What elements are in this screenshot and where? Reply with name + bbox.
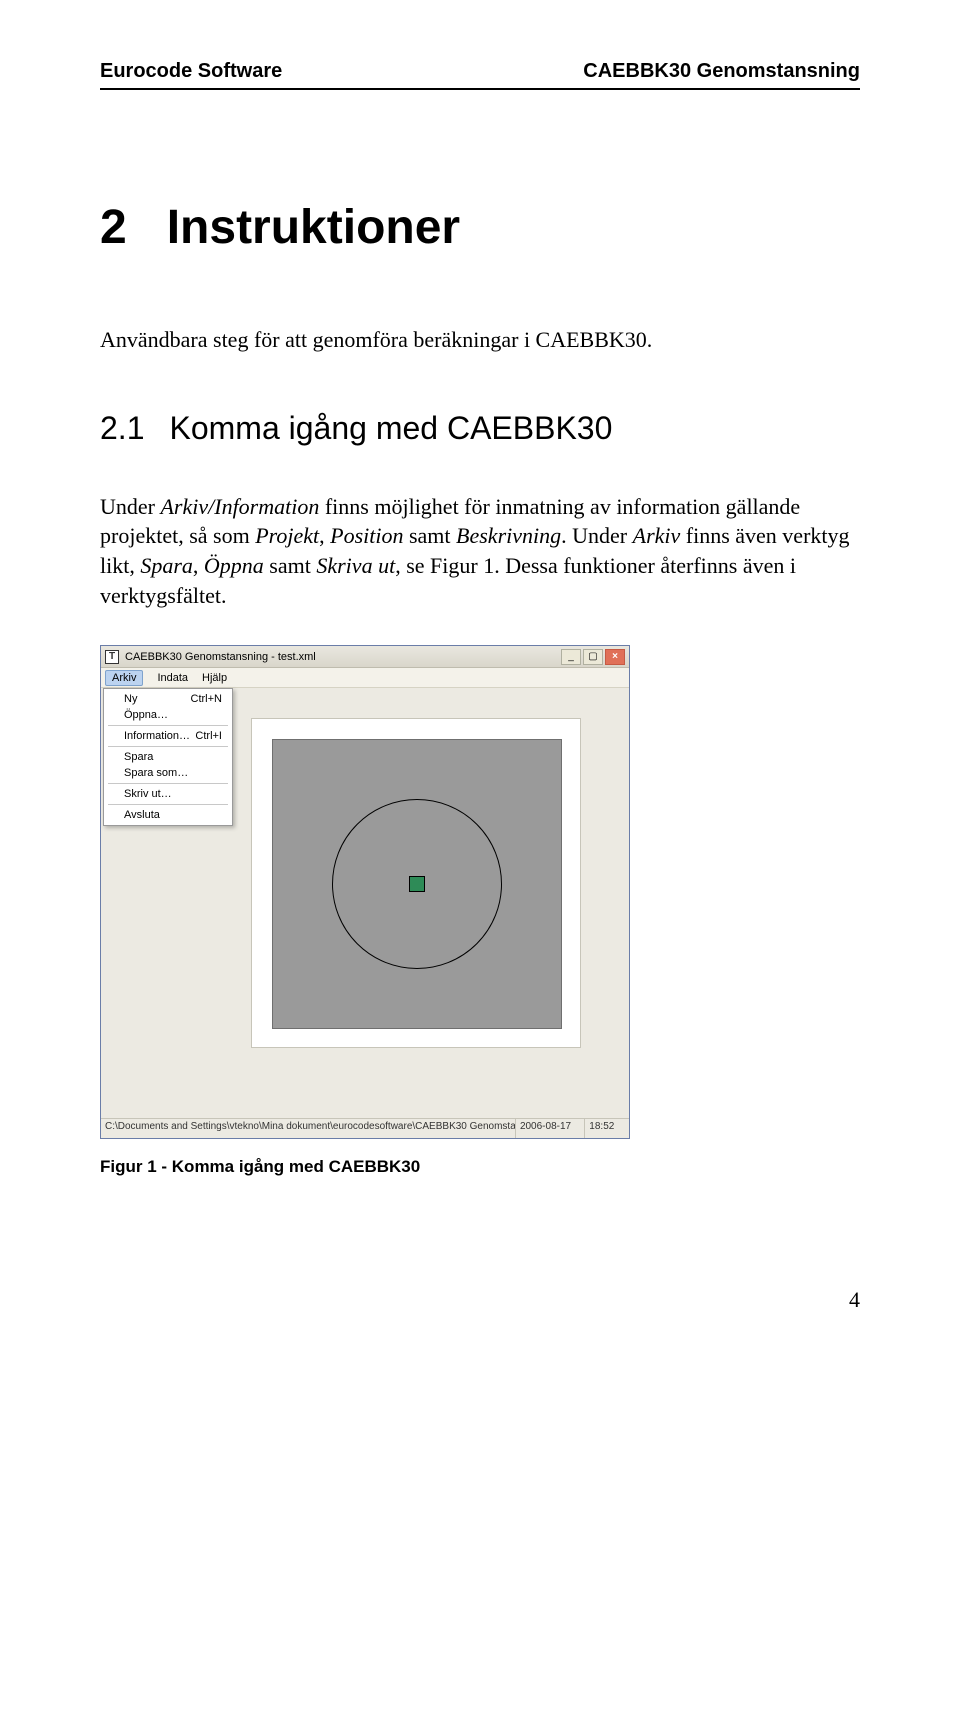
menu-item-skriv-ut[interactable]: Skriv ut…: [104, 786, 232, 802]
page-number: 4: [100, 1287, 860, 1313]
drawing-canvas: [251, 718, 581, 1048]
chapter-title: Instruktioner: [167, 201, 460, 254]
arkiv-dropdown: Ny Ctrl+N Öppna… Information… Ctrl+I Spa…: [103, 688, 233, 826]
body-paragraph: Under Arkiv/Information finns möjlighet …: [100, 492, 860, 611]
figure-caption: Figur 1 - Komma igång med CAEBBK30: [100, 1157, 860, 1177]
status-time: 18:52: [585, 1119, 629, 1138]
menubar: Arkiv Indata Hjälp: [101, 668, 629, 688]
menu-hjalp[interactable]: Hjälp: [202, 672, 227, 684]
statusbar: C:\Documents and Settings\vtekno\Mina do…: [101, 1118, 629, 1138]
menu-arkiv[interactable]: Arkiv: [105, 670, 143, 686]
status-path: C:\Documents and Settings\vtekno\Mina do…: [101, 1119, 516, 1138]
window-minimize-button[interactable]: _: [561, 649, 581, 665]
menu-indata[interactable]: Indata: [157, 672, 188, 684]
status-date: 2006-08-17: [516, 1119, 585, 1138]
menu-item-spara[interactable]: Spara: [104, 749, 232, 765]
header-left: Eurocode Software: [100, 60, 282, 83]
chapter-intro: Användbara steg för att genomföra beräkn…: [100, 325, 860, 355]
menu-separator: [108, 783, 228, 784]
slab-rect: [272, 739, 562, 1029]
menu-item-oppna[interactable]: Öppna…: [104, 707, 232, 723]
header-right: CAEBBK30 Genomstansning: [583, 60, 860, 83]
menu-separator: [108, 746, 228, 747]
menu-item-ny[interactable]: Ny Ctrl+N: [104, 691, 232, 707]
app-body: Ny Ctrl+N Öppna… Information… Ctrl+I Spa…: [101, 688, 629, 1118]
section-heading: 2.1 Komma igång med CAEBBK30: [100, 410, 860, 447]
window-maximize-button[interactable]: ▢: [583, 649, 603, 665]
header-rule: [100, 88, 860, 90]
window-title: CAEBBK30 Genomstansning - test.xml: [125, 651, 555, 663]
menu-item-information[interactable]: Information… Ctrl+I: [104, 728, 232, 744]
menu-item-avsluta[interactable]: Avsluta: [104, 807, 232, 823]
section-title: Komma igång med CAEBBK30: [169, 410, 612, 447]
menu-separator: [108, 725, 228, 726]
window-close-button[interactable]: ×: [605, 649, 625, 665]
app-icon: T: [105, 650, 119, 664]
app-window: T CAEBBK30 Genomstansning - test.xml _ ▢…: [100, 645, 630, 1139]
section-number: 2.1: [100, 410, 144, 447]
figure-1: T CAEBBK30 Genomstansning - test.xml _ ▢…: [100, 645, 860, 1177]
column-square: [409, 876, 425, 892]
chapter-heading: 2 Instruktioner: [100, 200, 860, 255]
chapter-number: 2: [100, 201, 127, 254]
menu-item-spara-som[interactable]: Spara som…: [104, 765, 232, 781]
menu-separator: [108, 804, 228, 805]
titlebar: T CAEBBK30 Genomstansning - test.xml _ ▢…: [101, 646, 629, 668]
